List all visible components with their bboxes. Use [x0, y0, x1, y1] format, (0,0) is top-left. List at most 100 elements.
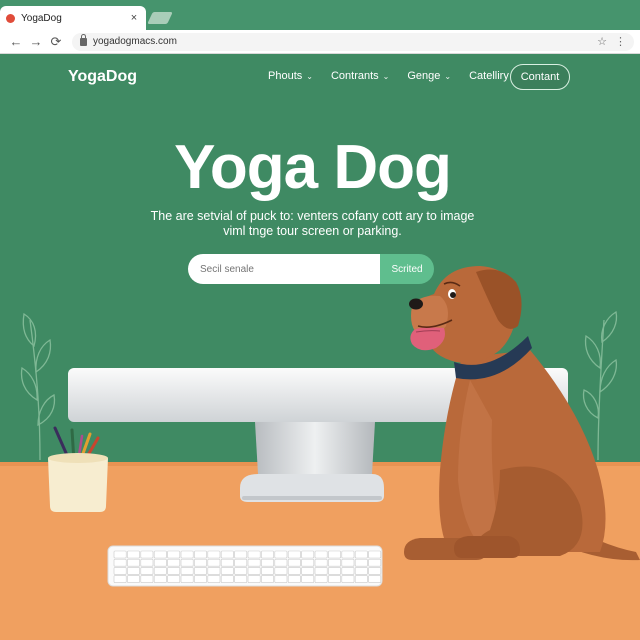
keyboard-key — [301, 558, 315, 567]
star-icon[interactable]: ☆ — [597, 35, 607, 48]
keyboard-key — [287, 550, 301, 559]
keyboard-key — [314, 567, 328, 575]
chevron-down-icon: ⌄ — [444, 71, 452, 81]
monitor-stand — [255, 422, 375, 474]
keyboard-key — [140, 550, 154, 559]
hero-subtitle: The are setvial of puck to: venters cofa… — [140, 209, 485, 239]
keyboard-key — [368, 558, 382, 567]
favicon-icon — [6, 13, 15, 23]
keyboard-key — [220, 558, 234, 567]
keyboard-key — [261, 550, 274, 559]
browser-tab[interactable]: YogaDog × — [0, 6, 146, 30]
main-menu: Phouts ⌄ Contrants ⌄ Genge ⌄ Catelliry ⌄ — [268, 70, 520, 82]
keyboard-key — [207, 575, 221, 583]
browser-toolbar: ← → ⟳ yogadogmacs.com ☆ ⋮ — [0, 30, 640, 54]
keyboard-key — [368, 575, 382, 583]
keyboard-key — [194, 575, 207, 583]
keyboard-key — [354, 575, 368, 583]
menu-item-phouts[interactable]: Phouts ⌄ — [268, 70, 313, 82]
keyboard-key — [368, 550, 382, 559]
keyboard-key — [167, 567, 181, 575]
hero-title: Yoga Dog — [174, 133, 452, 202]
keyboard-key — [180, 567, 194, 575]
keyboard-key — [180, 575, 194, 583]
keyboard-key — [180, 550, 194, 559]
menu-item-genge[interactable]: Genge ⌄ — [407, 70, 451, 82]
keyboard-key — [140, 575, 154, 583]
keyboard-key — [234, 567, 248, 575]
keyboard-key — [287, 567, 301, 575]
reload-button[interactable]: ⟳ — [46, 32, 66, 52]
menu-icon[interactable]: ⋮ — [615, 35, 626, 48]
keyboard-key — [220, 550, 234, 559]
menu-item-label: Contrants — [330, 70, 379, 82]
site-logo[interactable]: YogaDog — [68, 68, 137, 86]
keyboard-key — [314, 575, 328, 583]
plant-right-icon — [582, 310, 618, 461]
keyboard-key — [274, 567, 288, 575]
address-bar-actions: ☆ ⋮ — [597, 35, 626, 48]
keyboard-key — [287, 575, 301, 583]
keyboard-key — [207, 550, 221, 559]
search-input[interactable] — [188, 254, 380, 284]
keyboard-key — [153, 575, 167, 583]
chevron-down-icon: ⌄ — [306, 71, 313, 81]
keyboard-key — [328, 567, 341, 575]
monitor-base — [240, 474, 384, 502]
keyboard-key — [328, 558, 341, 567]
address-bar[interactable]: yogadogmacs.com ☆ ⋮ — [72, 32, 634, 51]
menu-item-label: Catelliry — [469, 70, 509, 82]
browser-tab-bar: YogaDog × — [0, 0, 640, 30]
url-text[interactable]: yogadogmacs.com — [93, 36, 177, 47]
keyboard-key — [167, 575, 181, 583]
keyboard-key — [127, 550, 140, 559]
keyboard-key — [314, 558, 328, 567]
keyboard-key — [140, 558, 154, 567]
menu-item-label: Phouts — [268, 70, 303, 82]
desk-surface — [0, 462, 640, 640]
keyboard-key — [314, 550, 328, 559]
keyboard-key — [180, 558, 194, 567]
menu-item-label: Genge — [407, 70, 441, 82]
new-tab-button[interactable] — [147, 12, 173, 24]
keyboard-key — [140, 567, 154, 575]
site-header: YogaDog Phouts ⌄ Contrants ⌄ Genge ⌄ Cat… — [0, 56, 640, 100]
keyboard-key — [234, 575, 248, 583]
keyboard-key — [113, 550, 127, 559]
keyboard-key — [341, 550, 355, 559]
forward-button[interactable]: → — [26, 32, 46, 52]
keyboard-key — [220, 567, 234, 575]
search-bar: Scrited — [188, 254, 434, 284]
keyboard-key — [194, 567, 207, 575]
keyboard-key — [247, 567, 261, 575]
menu-item-contrants[interactable]: Contrants ⌄ — [331, 70, 389, 82]
keyboard-key — [354, 550, 368, 559]
keyboard-key — [274, 558, 288, 567]
hero-subtitle-line-2: viml tnge tour screen or parking. — [223, 224, 402, 238]
keyboard-key — [341, 558, 355, 567]
keyboard-key — [127, 567, 140, 575]
keyboard-key — [234, 558, 248, 567]
keyboard-key — [153, 550, 167, 559]
keyboard-icon — [107, 545, 383, 587]
keyboard-key — [220, 575, 234, 583]
keyboard-key — [113, 567, 127, 575]
keyboard-key — [167, 550, 181, 559]
keyboard-key — [301, 567, 315, 575]
back-button[interactable]: ← — [6, 32, 26, 52]
monitor-body — [68, 368, 568, 422]
keyboard-key — [274, 575, 288, 583]
keyboard-key — [287, 558, 301, 567]
keyboard-key — [301, 550, 315, 559]
pencil-cup-icon — [48, 426, 108, 512]
keyboard-key — [194, 550, 207, 559]
keyboard-key — [247, 550, 261, 559]
keyboard-key — [341, 567, 355, 575]
tab-close-button[interactable]: × — [128, 12, 140, 24]
search-button[interactable]: Scrited — [380, 254, 434, 284]
desk-edge — [0, 462, 640, 466]
contact-button[interactable]: Contant — [510, 64, 570, 90]
keyboard-key — [328, 575, 341, 583]
keyboard-key — [354, 558, 368, 567]
keyboard-key — [274, 550, 288, 559]
